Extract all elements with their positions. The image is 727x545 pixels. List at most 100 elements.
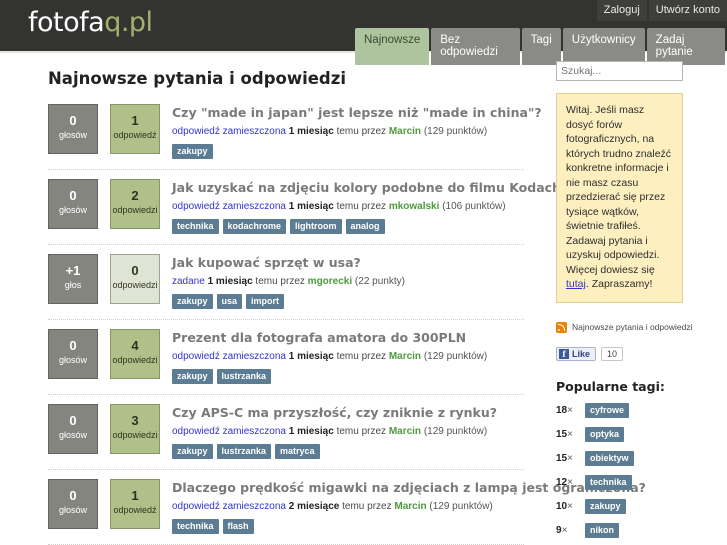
vote-count: 0 xyxy=(69,188,77,203)
login-link[interactable]: Zaloguj xyxy=(596,0,647,21)
question-meta: odpowiedź zamieszczona 1 miesiąc temu pr… xyxy=(172,425,497,439)
welcome-text-part2: . Zapraszamy! xyxy=(585,278,653,290)
meta-time: 1 miesiąc xyxy=(288,351,334,362)
popular-tag-link[interactable]: nikon xyxy=(585,522,619,538)
facebook-like-label: Like xyxy=(572,348,591,359)
question-tag[interactable]: lightroom xyxy=(290,219,342,234)
question-title-link[interactable]: Czy APS-C ma przyszłość, czy zniknie z r… xyxy=(172,405,497,421)
facebook-like-button[interactable]: f Like xyxy=(556,346,597,361)
tag-count-x: × xyxy=(567,404,573,416)
popular-tag-count: 12× xyxy=(556,477,579,488)
rss-feed-link[interactable]: Najnowsze pytania i odpowiedzi xyxy=(572,322,693,332)
nav-item-uzytkownicy[interactable]: Użytkownicy xyxy=(562,28,645,65)
answer-label: odpowiedzi xyxy=(112,280,158,290)
vote-count-box: 0 głosów xyxy=(48,104,98,154)
answer-count-box: 3 odpowiedzi xyxy=(110,404,160,454)
answer-count-box: 4 odpowiedzi xyxy=(110,329,160,379)
vote-count: 0 xyxy=(69,338,77,353)
meta-action[interactable]: odpowiedź zamieszczona xyxy=(172,351,286,362)
sidebar: Witaj. Jeśli masz dosyć forów fotografic… xyxy=(556,61,716,545)
meta-action[interactable]: odpowiedź zamieszczona xyxy=(172,201,286,212)
question-tag[interactable]: lustrzanka xyxy=(216,369,272,384)
vote-count: 0 xyxy=(69,488,77,503)
nav-item-zadaj-pytanie[interactable]: Zadaj pytanie xyxy=(646,28,725,65)
answer-count-box: 1 odpowiedź xyxy=(110,479,160,529)
popular-tag-row: 18× cyfrowe xyxy=(556,402,716,418)
question-tag[interactable]: import xyxy=(246,294,285,309)
logo-text: fotofa xyxy=(28,7,105,38)
question-tag[interactable]: zakupy xyxy=(172,369,213,384)
answer-count-box: 0 odpowiedzi xyxy=(110,254,160,304)
question-tag[interactable]: lustrzanka xyxy=(216,444,272,459)
page-title: Najnowsze pytania i odpowiedzi xyxy=(48,69,347,88)
rss-icon xyxy=(556,321,567,333)
question-row: +1 głos 0 odpowiedzi Jak kupować sprzęt w us… xyxy=(48,254,524,320)
meta-action[interactable]: odpowiedź zamieszczona xyxy=(172,126,286,137)
question-tag[interactable]: zakupy xyxy=(172,294,213,309)
question-title-link[interactable]: Czy "made in japan" jest lepsze niż "mad… xyxy=(172,105,542,121)
question-title-link[interactable]: Jak kupować sprzęt w usa? xyxy=(172,255,405,271)
facebook-icon: f xyxy=(559,348,569,359)
vote-count: 0 xyxy=(69,413,77,428)
nav-item-najnowsze[interactable]: Najnowsze xyxy=(355,28,430,65)
vote-label: głosów xyxy=(58,430,87,440)
answer-label: odpowiedzi xyxy=(112,205,158,215)
meta-points: (129 punktów) xyxy=(423,426,488,437)
question-title-link[interactable]: Prezent dla fotografa amatora do 300PLN xyxy=(172,330,487,346)
meta-author[interactable]: Marcin xyxy=(389,126,421,137)
question-tag[interactable]: technika xyxy=(172,519,219,534)
question-tag[interactable]: analog xyxy=(345,219,385,234)
popular-tag-row: 10× zakupy xyxy=(556,498,716,514)
question-title-link[interactable]: Jak uzyskać na zdjęciu kolory podobne do… xyxy=(172,180,604,196)
meta-author[interactable]: mgorecki xyxy=(308,276,352,287)
popular-tag-link[interactable]: cyfrowe xyxy=(585,402,630,418)
popular-tag-row: 12× technika xyxy=(556,474,716,490)
meta-connector: temu przez xyxy=(336,201,387,212)
tag-count-x: × xyxy=(567,500,573,512)
question-row: 0 głosów 4 odpowiedzi Prezent dla fotografa … xyxy=(48,329,524,395)
popular-tag-count: 9× xyxy=(556,525,579,536)
vote-count-box: 0 głosów xyxy=(48,179,98,229)
tag-count-number: 10 xyxy=(556,500,568,512)
facebook-row: f Like 10 xyxy=(556,346,716,361)
welcome-box: Witaj. Jeśli masz dosyć forów fotografic… xyxy=(556,93,683,303)
tag-count-x: × xyxy=(567,452,573,464)
meta-author[interactable]: Marcin xyxy=(389,426,421,437)
question-tag[interactable]: matryca xyxy=(275,444,320,459)
answer-label: odpowiedź xyxy=(113,130,157,140)
tag-count-number: 15 xyxy=(556,452,568,464)
vote-label: głosów xyxy=(58,205,87,215)
meta-time: 1 miesiąc xyxy=(288,426,334,437)
meta-time: 1 miesiąc xyxy=(207,276,253,287)
question-tag[interactable]: usa xyxy=(216,294,243,309)
meta-connector: temu przez xyxy=(336,426,387,437)
question-tag[interactable]: zakupy xyxy=(172,444,213,459)
question-tag[interactable]: zakupy xyxy=(172,144,213,159)
meta-connector: temu przez xyxy=(336,126,387,137)
meta-action[interactable]: odpowiedź zamieszczona xyxy=(172,426,286,437)
register-link[interactable]: Utwórz konto xyxy=(648,0,727,21)
popular-tag-link[interactable]: optyka xyxy=(585,426,625,442)
question-tag[interactable]: kodachrome xyxy=(222,219,287,234)
popular-tag-link[interactable]: technika xyxy=(585,474,632,490)
tag-count-x: × xyxy=(567,428,573,440)
popular-tag-link[interactable]: obiektyw xyxy=(585,450,634,466)
answer-count: 4 xyxy=(131,338,139,353)
tag-count-number: 15 xyxy=(556,428,568,440)
answer-label: odpowiedzi xyxy=(112,355,158,365)
question-tag[interactable]: flash xyxy=(222,519,254,534)
question-tag[interactable]: technika xyxy=(172,219,219,234)
search-input[interactable] xyxy=(556,61,683,81)
nav-item-bez-odpowiedzi[interactable]: Bez odpowiedzi xyxy=(431,28,520,65)
meta-action[interactable]: odpowiedź zamieszczona xyxy=(172,501,286,512)
nav-item-tagi[interactable]: Tagi xyxy=(521,28,561,65)
question-row: 0 głosów 3 odpowiedzi Czy APS-C ma przyszłoś… xyxy=(48,404,524,470)
meta-connector: temu przez xyxy=(255,276,305,287)
meta-action[interactable]: zadane xyxy=(172,276,205,287)
welcome-more-link[interactable]: tutaj xyxy=(566,278,586,290)
meta-author[interactable]: Marcin xyxy=(394,501,426,512)
site-logo[interactable]: fotofaq.pl xyxy=(28,7,153,38)
meta-author[interactable]: mkowalski xyxy=(389,201,440,212)
popular-tag-link[interactable]: zakupy xyxy=(585,498,626,514)
meta-author[interactable]: Marcin xyxy=(389,351,421,362)
